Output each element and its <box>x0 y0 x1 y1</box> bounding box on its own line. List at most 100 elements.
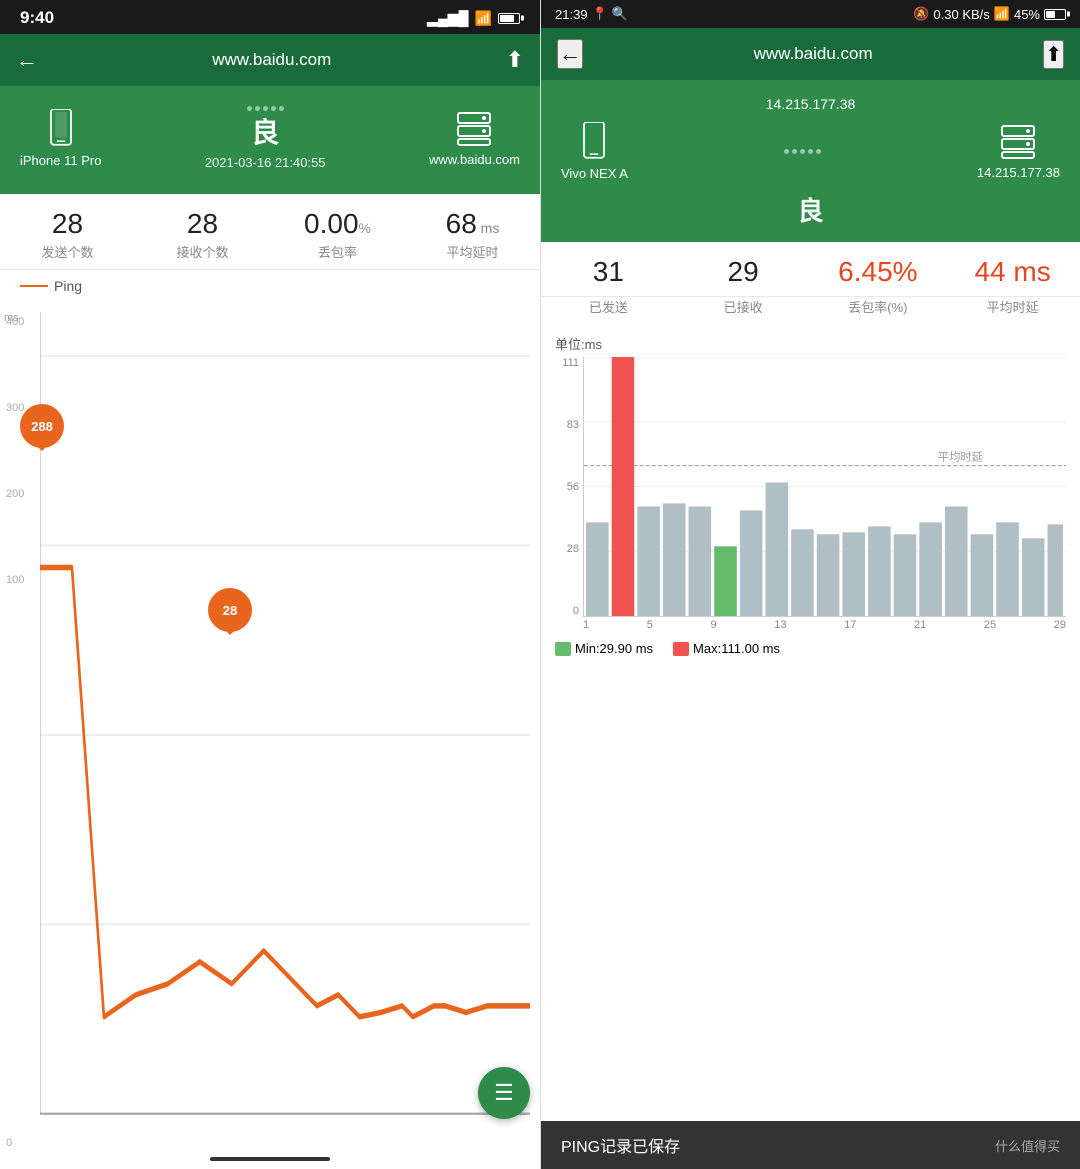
right-stat-recv-val: 29 <box>728 256 759 288</box>
label-sent: 已发送 <box>541 297 676 316</box>
stat-loss: 0.00% 丢包率 <box>270 208 405 261</box>
signal-icon: ▂▄▆█ <box>427 10 468 27</box>
right-phone-device: Vivo NEX A <box>561 122 628 181</box>
label-delay: 平均时延 <box>945 297 1080 316</box>
right-phone-icon <box>576 122 612 162</box>
stat-loss-value: 0.00% <box>304 208 371 240</box>
right-stats: 31 29 6.45% 44 ms <box>541 242 1080 297</box>
stat-sent: 28 发送个数 <box>0 208 135 261</box>
grid-400: 400 <box>6 316 24 328</box>
y-83: 83 <box>555 419 579 431</box>
right-ip: 14.215.177.38 <box>561 96 1060 112</box>
left-panel: 9:40 ▂▄▆█ 📶 ← www.baidu.com ⬆ iPhone 11 … <box>0 0 540 1169</box>
svg-text:平均时延: 平均时延 <box>938 451 983 464</box>
wifi-icon: 📶 <box>475 10 492 27</box>
grid-300: 300 <box>6 402 24 414</box>
right-device-row: Vivo NEX A 14.215.177.38 <box>561 122 1060 181</box>
left-server-device: www.baidu.com <box>429 110 520 167</box>
right-server-icon <box>999 123 1037 161</box>
right-server-name: 14.215.177.38 <box>977 165 1060 180</box>
search-icon-status: 🔍 <box>612 6 628 22</box>
left-stats: 28 发送个数 28 接收个数 0.00% 丢包率 68 ms 平均延时 <box>0 194 540 270</box>
right-stat-sent-val: 31 <box>593 256 624 288</box>
x-1: 1 <box>583 619 589 631</box>
right-stat-delay-val: 44 ms <box>975 256 1051 288</box>
left-datetime: 2021-03-16 21:40:55 <box>205 155 326 170</box>
x-13: 13 <box>774 619 786 631</box>
right-panel: 21:39 📍 🔍 🔕 0.30 KB/s 📶 45% ← www.baidu.… <box>540 0 1080 1169</box>
min-color-box <box>555 642 571 656</box>
stat-delay-value: 68 ms <box>446 208 500 240</box>
left-device-row: iPhone 11 Pro 良 2021-03-16 21:40:55 www.… <box>20 106 520 170</box>
right-status-left: 21:39 📍 🔍 <box>555 6 628 22</box>
back-button[interactable]: ← <box>16 47 38 73</box>
right-chart-section: 单位:ms 111 83 56 28 0 <box>541 324 1080 1121</box>
y-28: 28 <box>555 543 579 555</box>
right-quality: 良 <box>561 191 1060 228</box>
right-status-right: 🔕 0.30 KB/s 📶 45% <box>913 6 1066 22</box>
left-status-icons: ▂▄▆█ 📶 <box>427 10 520 27</box>
grid-200: 200 <box>6 488 24 500</box>
left-chart-area: ms 400 300 200 100 0 288 28 <box>0 302 540 1169</box>
stat-sent-label: 发送个数 <box>41 242 93 261</box>
right-stat-delay: 44 ms <box>945 256 1080 288</box>
right-battery-icon <box>1044 9 1066 20</box>
share-button[interactable]: ⬆ <box>506 47 524 73</box>
ping-label: Ping <box>54 278 82 294</box>
left-nav-bar: ← www.baidu.com ⬆ <box>0 34 540 86</box>
stat-recv-value: 28 <box>187 208 218 240</box>
right-green-section: 14.215.177.38 Vivo NEX A <box>541 80 1080 242</box>
right-share-button[interactable]: ⬆ <box>1043 40 1064 69</box>
right-stat-recv: 29 <box>676 256 811 288</box>
wifi-icon-right: 📶 <box>994 6 1010 22</box>
toast-bar: PING记录已保存 什么值得买 <box>541 1121 1080 1169</box>
right-stat-labels: 已发送 已接收 丢包率(%) 平均时延 <box>541 297 1080 324</box>
right-stat-loss: 6.45% <box>811 256 946 288</box>
x-21: 21 <box>914 619 926 631</box>
label-loss: 丢包率(%) <box>811 297 946 316</box>
right-time: 21:39 <box>555 7 588 22</box>
data-speed: 0.30 KB/s <box>933 7 989 22</box>
legend-max: Max:111.00 ms <box>673 641 780 656</box>
server-icon <box>455 110 493 148</box>
left-chart-svg <box>40 312 530 1149</box>
y-0: 0 <box>555 605 579 617</box>
grid-100: 100 <box>6 574 24 586</box>
left-server-name: www.baidu.com <box>429 152 520 167</box>
stat-recv: 28 接收个数 <box>135 208 270 261</box>
right-bar-chart-svg: 平均时延 <box>584 357 1066 616</box>
stat-recv-label: 接收个数 <box>176 242 228 261</box>
left-time: 9:40 <box>20 8 54 28</box>
left-url: www.baidu.com <box>48 50 496 70</box>
x-17: 17 <box>844 619 856 631</box>
stat-delay-label: 平均延时 <box>446 242 498 261</box>
right-server-device: 14.215.177.38 <box>977 123 1060 180</box>
location-icon: 📍 <box>592 6 608 22</box>
ping-line-icon <box>20 285 48 287</box>
label-recv: 已接收 <box>676 297 811 316</box>
watermark: 什么值得买 <box>995 1136 1060 1155</box>
fab-button[interactable]: ☰ <box>478 1067 530 1119</box>
right-status-bar: 21:39 📍 🔍 🔕 0.30 KB/s 📶 45% <box>541 0 1080 28</box>
x-25: 25 <box>984 619 996 631</box>
right-battery: 45% <box>1014 7 1040 22</box>
right-dots <box>784 149 821 154</box>
stat-loss-label: 丢包率 <box>318 242 357 261</box>
right-device-name: Vivo NEX A <box>561 166 628 181</box>
min-label: Min:29.90 ms <box>575 641 653 656</box>
max-label: Max:111.00 ms <box>693 641 780 656</box>
legend-min: Min:29.90 ms <box>555 641 653 656</box>
left-status-bar: 9:40 ▂▄▆█ 📶 <box>0 0 540 34</box>
right-url: www.baidu.com <box>593 44 1033 64</box>
left-middle-status: 良 2021-03-16 21:40:55 <box>101 106 429 170</box>
stat-delay: 68 ms 平均延时 <box>405 208 540 261</box>
home-indicator <box>210 1157 330 1161</box>
callout-288: 288 <box>20 404 64 448</box>
toast-message: PING记录已保存 <box>561 1133 680 1157</box>
y-111: 111 <box>555 357 579 369</box>
stat-sent-value: 28 <box>52 208 83 240</box>
right-back-button[interactable]: ← <box>557 39 583 69</box>
right-stat-loss-val: 6.45% <box>838 256 917 288</box>
phone-icon <box>43 109 79 149</box>
callout-28: 28 <box>208 588 252 632</box>
